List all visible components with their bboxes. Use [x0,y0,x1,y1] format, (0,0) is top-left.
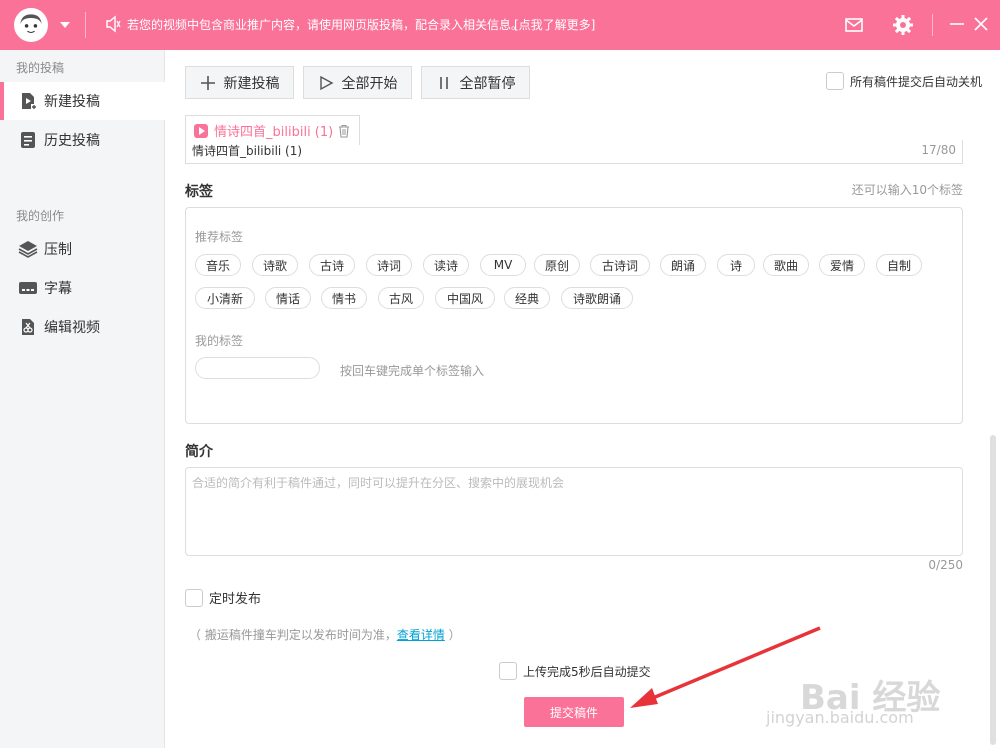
sidebar: 我的投稿 新建投稿 历史投稿 我的创作 压制 字幕 编辑视频 [0,50,165,748]
start-all-button[interactable]: 全部开始 [303,66,412,99]
title-value: 情诗四首_bilibili (1) [192,144,303,158]
sidebar-section-title: 我的创作 [16,209,65,223]
auto-submit-checkbox[interactable] [499,662,517,680]
submit-button[interactable]: 提交稿件 [524,697,624,727]
tag-chip[interactable]: 爱情 [819,254,865,276]
tag-chip[interactable]: 原创 [534,254,580,276]
tag-chip[interactable]: 中国风 [435,287,495,309]
my-tag-hint: 按回车键完成单个标签输入 [340,364,485,378]
schedule-label: 定时发布 [209,592,262,607]
tag-chip[interactable]: 古风 [378,287,424,309]
sidebar-item-history[interactable]: 历史投稿 [0,121,165,159]
tag-chip[interactable]: 诗歌朗诵 [561,287,633,309]
note-suffix: ） [444,628,461,642]
scissors-icon [22,319,34,335]
schedule-note: （ 搬运稿件撞车判定以发布时间为准，查看详情 ） [189,626,461,643]
description-char-count: 0/250 [928,558,963,572]
notice-text: 若您的视频中包含商业推广内容，请使用网页版投稿，配合录入相关信息。 [127,18,524,32]
sidebar-item-label: 新建投稿 [44,94,100,110]
pause-all-button[interactable]: 全部暂停 [421,66,530,99]
title-char-count: 17/80 [921,143,956,157]
sidebar-item-label: 字幕 [44,281,72,297]
pause-all-label: 全部暂停 [459,75,516,92]
tag-chip[interactable]: 情书 [321,287,367,309]
layers-icon [18,241,38,258]
close-icon[interactable] [972,15,990,33]
chevron-down-icon[interactable] [58,18,72,32]
sidebar-item-label: 编辑视频 [44,320,100,336]
tag-chip[interactable]: 歌曲 [763,254,809,276]
gear-icon[interactable] [892,14,914,36]
description-input[interactable]: 合适的简介有利于稿件通过，同时可以提升在分区、搜索中的展现机会 [185,467,963,556]
schedule-checkbox[interactable] [185,588,203,607]
description-label: 简介 [185,444,213,460]
auto-submit-label: 上传完成5秒后自动提交 [523,664,651,679]
mail-icon[interactable] [844,15,864,35]
tag-chip[interactable]: 音乐 [195,254,241,276]
tag-chip[interactable]: 读诗 [423,254,469,276]
tag-chip[interactable]: 古诗词 [590,254,650,276]
sidebar-item-label: 压制 [44,242,72,258]
sidebar-item-edit-video[interactable]: 编辑视频 [0,308,165,346]
subtitle-icon [19,282,37,294]
play-icon [319,75,333,90]
tags-hint: 还可以输入10个标签 [851,183,963,197]
avatar[interactable] [14,8,48,42]
tag-chip[interactable]: 诗歌 [252,254,298,276]
details-link[interactable]: 查看详情 [397,628,445,642]
top-bar: 若您的视频中包含商业推广内容，请使用网页版投稿，配合录入相关信息。 [点我了解更… [0,0,1000,50]
tags-box: 推荐标签 音乐 诗歌 古诗 诗词 读诗 MV 原创 古诗词 朗诵 诗 歌曲 爱情… [185,207,963,424]
notice-link[interactable]: [点我了解更多] [514,16,595,33]
trash-icon[interactable] [337,124,351,138]
my-tag-input[interactable] [195,357,320,379]
auto-shutdown-option[interactable]: 所有稿件提交后自动关机 [826,72,982,90]
tag-chip[interactable]: 自制 [876,254,922,276]
scrollbar[interactable] [990,435,996,745]
recommended-tags-label: 推荐标签 [195,230,244,244]
upload-icon [22,93,37,110]
my-tags-label: 我的标签 [195,334,244,348]
sidebar-item-subtitle[interactable]: 字幕 [0,269,165,307]
note-prefix: （ 搬运稿件撞车判定以发布时间为准， [189,628,397,642]
tag-chip[interactable]: 诗 [717,254,755,276]
tag-chip[interactable]: 诗词 [366,254,412,276]
sidebar-item-label: 历史投稿 [44,133,100,149]
tags-label: 标签 [185,184,213,200]
tag-chip[interactable]: 情话 [265,287,311,309]
start-all-label: 全部开始 [341,75,398,92]
sidebar-item-compress[interactable]: 压制 [0,230,165,268]
title-field[interactable]: 情诗四首_bilibili (1) 17/80 [185,140,963,164]
video-file-icon [194,123,208,138]
auto-shutdown-label: 所有稿件提交后自动关机 [850,74,983,89]
minimize-icon[interactable] [948,15,966,33]
tag-chip[interactable]: 小清新 [195,287,255,309]
auto-submit-option[interactable]: 上传完成5秒后自动提交 [499,662,651,680]
description-placeholder: 合适的简介有利于稿件通过，同时可以提升在分区、搜索中的展现机会 [192,476,565,490]
file-tab-name: 情诗四首_bilibili (1) [214,125,334,140]
schedule-option[interactable]: 定时发布 [185,588,261,607]
new-upload-label: 新建投稿 [223,75,280,92]
pause-icon [439,76,448,89]
new-upload-button[interactable]: 新建投稿 [185,66,294,99]
speaker-icon [106,15,121,33]
auto-shutdown-checkbox[interactable] [826,72,844,90]
tag-chip[interactable]: 经典 [504,287,550,309]
tag-chip[interactable]: 古诗 [309,254,355,276]
tag-chip[interactable]: 朗诵 [660,254,706,276]
sidebar-section-title: 我的投稿 [16,61,65,75]
history-icon [21,132,35,148]
tag-chip[interactable]: MV [480,254,526,276]
plus-icon [200,75,215,90]
main-panel: 新建投稿 全部开始 全部暂停 所有稿件提交后自动关机 情诗四首_bilibili… [166,50,1000,748]
divider [85,12,86,38]
divider [932,14,933,36]
sidebar-item-new-upload[interactable]: 新建投稿 [0,82,165,120]
